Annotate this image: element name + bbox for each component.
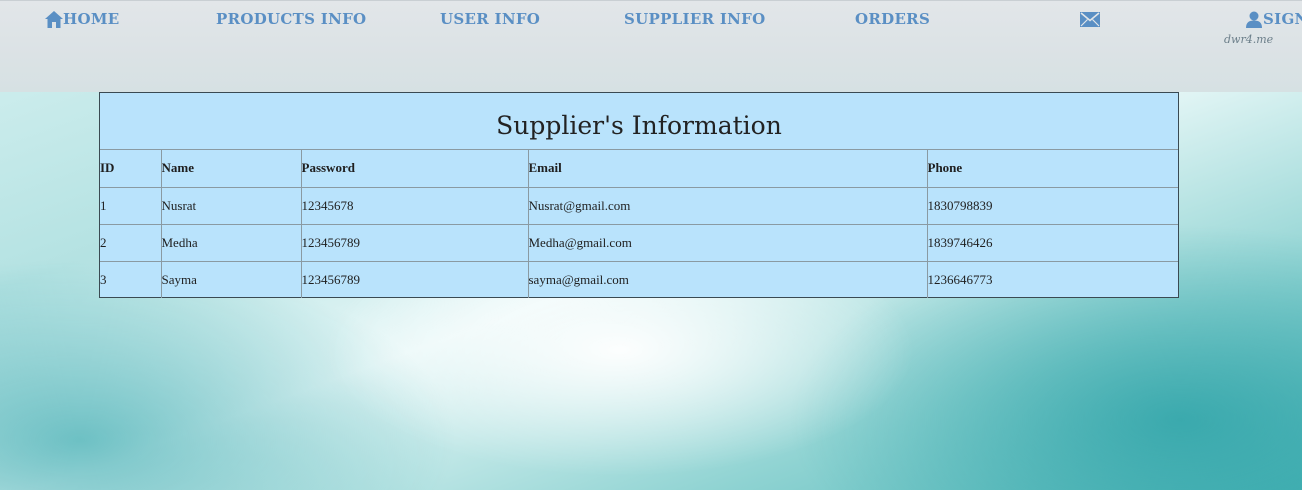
nav-orders-link[interactable]: ORDERS <box>855 10 930 28</box>
table-header-row: ID Name Password Email Phone <box>100 150 1178 188</box>
cell-email: sayma@gmail.com <box>527 261 927 298</box>
page-title: Supplier's Information <box>100 93 1178 150</box>
cell-name: Sayma <box>160 261 301 298</box>
cell-phone: 1839746426 <box>926 224 1178 262</box>
nav-products-label: PRODUCTS INFO <box>216 10 367 28</box>
column-header-email: Email <box>527 150 927 188</box>
nav-sign-label: SIGN <box>1263 10 1302 28</box>
nav-suppliers-label: SUPPLIER INFO <box>624 10 766 28</box>
user-icon <box>1245 11 1263 28</box>
cell-password: 12345678 <box>300 187 528 225</box>
nav-sign-link[interactable]: SIGN <box>1245 10 1302 28</box>
nav-suppliers-link[interactable]: SUPPLIER INFO <box>624 10 766 28</box>
column-header-name: Name <box>160 150 301 188</box>
home-icon <box>45 10 63 28</box>
nav-home-label: HOME <box>63 10 120 28</box>
nav-users-link[interactable]: USER INFO <box>440 10 540 28</box>
cell-id: 1 <box>100 187 161 225</box>
cell-id: 3 <box>100 271 107 287</box>
cell-id: 2 <box>100 224 161 262</box>
cell-password: 123456789 <box>300 224 528 262</box>
column-header-phone: Phone <box>926 150 1178 188</box>
mail-icon <box>1080 12 1100 27</box>
watermark-text: dwr4.me <box>1224 33 1274 46</box>
nav-products-link[interactable]: PRODUCTS INFO <box>216 10 366 28</box>
cell-email: Nusrat@gmail.com <box>527 187 927 225</box>
supplier-info-panel: Supplier's Information ID Name Password … <box>99 92 1179 298</box>
nav-mail-link[interactable] <box>1080 12 1100 27</box>
table-row: 2 Medha 123456789 Medha@gmail.com 183974… <box>100 224 1178 262</box>
supplier-table: ID Name Password Email Phone 1 Nusrat 12… <box>100 150 1178 298</box>
cell-name: Nusrat <box>160 187 301 225</box>
nav-users-label: USER INFO <box>440 10 541 28</box>
nav-orders-label: ORDERS <box>855 10 931 28</box>
nav-home-link[interactable]: HOME <box>45 10 119 28</box>
column-header-id: ID <box>100 150 161 188</box>
cell-password: 123456789 <box>300 261 528 298</box>
cell-phone: 1830798839 <box>926 187 1178 225</box>
table-row: 3 Sayma 123456789 sayma@gmail.com 123664… <box>100 261 1178 298</box>
cell-name: Medha <box>160 224 301 262</box>
column-header-password: Password <box>300 150 528 188</box>
top-navigation-bar: HOME PRODUCTS INFO USER INFO SUPPLIER IN… <box>0 0 1302 92</box>
cell-phone: 1236646773 <box>926 261 1178 298</box>
table-row: 1 Nusrat 12345678 Nusrat@gmail.com 18307… <box>100 187 1178 225</box>
cell-email: Medha@gmail.com <box>527 224 927 262</box>
